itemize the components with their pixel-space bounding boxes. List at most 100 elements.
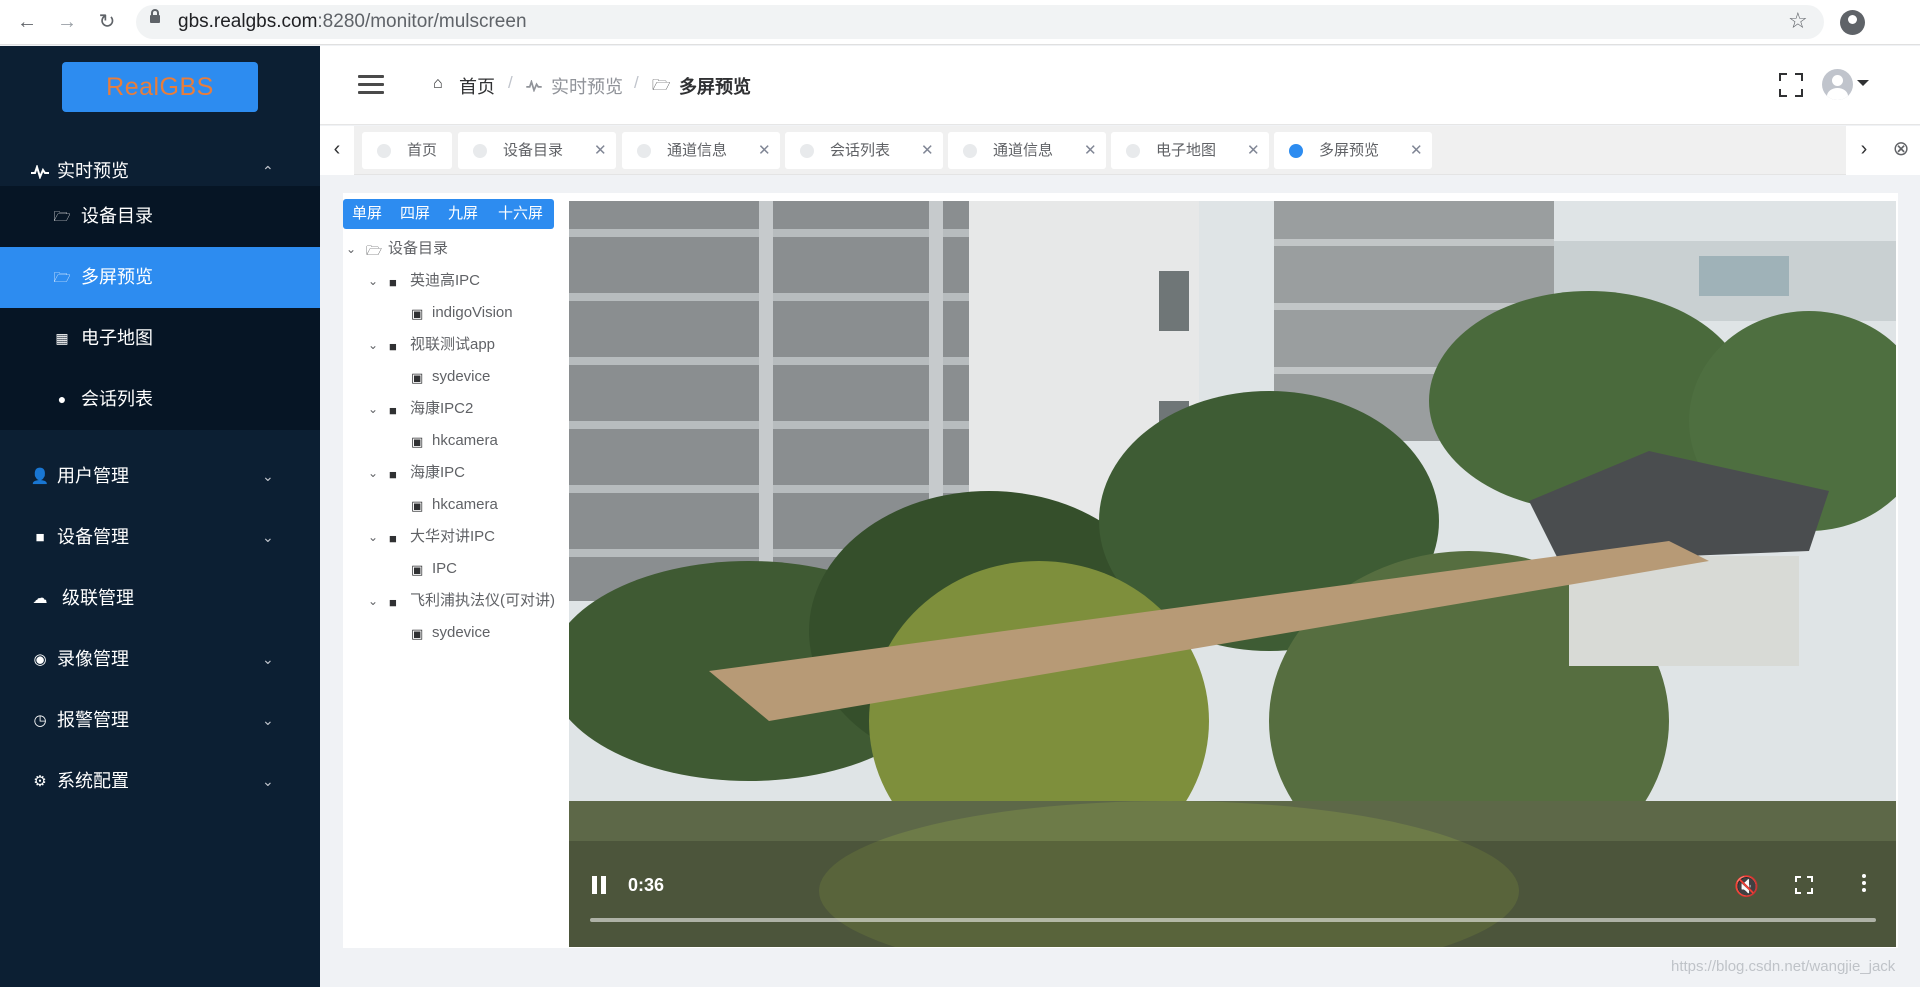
record-icon: ◉ [33,651,47,668]
menu-item-cascade-management[interactable]: ☁ 级联管理 [0,568,320,629]
tree-channel[interactable]: hkcamera [432,428,498,454]
chevron-down-icon: ⌄ [262,773,274,789]
tree-channel[interactable]: sydevice [432,620,490,646]
chevron-left-icon[interactable]: ‹ [320,126,354,175]
logo: RealGBS [62,62,258,112]
forward-arrow-icon[interactable]: → [54,9,80,35]
sixteen-screen-button[interactable]: 十六屏 [487,199,554,229]
tab-channel-info[interactable]: 通道信息 ✕ [622,132,780,169]
chevron-down-icon[interactable]: ⌄ [368,274,378,288]
camera-icon: ■ [389,275,397,290]
nine-screen-button[interactable]: 九屏 [439,199,487,229]
pause-icon[interactable] [591,876,607,894]
tab-status-dot [377,144,391,158]
close-icon[interactable]: ✕ [758,132,771,169]
tree-device[interactable]: 视联测试app [410,332,495,358]
menu-item-device-management[interactable]: ■ 设备管理 ⌄ [0,507,320,568]
chevron-down-icon: ⌄ [262,468,274,484]
browser-toolbar: ← → ↻ gbs.realgbs.com:8280/monitor/mulsc… [0,0,1920,45]
chevron-down-icon[interactable]: ⌄ [368,530,378,544]
caret-down-icon[interactable] [1857,80,1869,86]
tree-device[interactable]: 英迪高IPC [410,268,480,294]
folder-icon: 🗁 [652,77,671,94]
chevron-down-icon[interactable]: ⌄ [346,242,356,256]
tab-emap[interactable]: 电子地图 ✕ [1111,132,1269,169]
breadcrumb-realtime[interactable]: 实时预览 [551,73,623,99]
sidebar: RealGBS 实时预览 ⌃ 🗁 设备目录 🗁 多屏预览 ▦ 电子地图 ● 会话… [0,46,320,987]
tree-device[interactable]: 大华对讲IPC [410,524,495,550]
tab-multiscreen-preview[interactable]: 多屏预览 ✕ [1274,132,1432,169]
chevron-right-icon[interactable]: › [1846,126,1882,175]
chat-icon: ● [57,391,67,407]
close-all-tabs-icon[interactable]: ⊗ [1882,126,1920,175]
tab-status-dot [1126,144,1140,158]
tree-channel[interactable]: sydevice [432,364,490,390]
browser-profile-icon[interactable] [1840,10,1865,35]
gear-icon: ⚙ [33,773,47,790]
video-frame [569,201,1896,947]
four-screen-button[interactable]: 四屏 [391,199,439,229]
video-progress-bar[interactable] [590,918,1876,922]
chevron-down-icon: ⌄ [262,712,274,728]
camera-icon: ▣ [411,370,424,385]
chevron-down-icon[interactable]: ⌄ [368,402,378,416]
menu-item-user-management[interactable]: 👤 用户管理 ⌄ [0,446,320,507]
tab-status-dot [637,144,651,158]
chevron-down-icon[interactable]: ⌄ [368,466,378,480]
tab-session-list[interactable]: 会话列表 ✕ [785,132,943,169]
breadcrumb-separator: / [508,73,513,92]
hamburger-menu-icon[interactable] [358,75,384,95]
single-screen-button[interactable]: 单屏 [343,199,391,229]
tab-home[interactable]: 首页 [362,132,452,169]
breadcrumb-home[interactable]: 首页 [459,73,495,99]
tree-channel[interactable]: indigoVision [432,300,513,326]
tree-root[interactable]: 设备目录 [388,236,448,262]
camera-icon: ■ [389,403,397,418]
more-options-icon[interactable] [1862,874,1866,894]
tree-device[interactable]: 海康IPC [410,460,465,486]
menu-item-record-management[interactable]: ◉ 录像管理 ⌄ [0,629,320,690]
cloud-icon: ☁ [32,590,48,607]
camera-icon: ■ [389,531,397,546]
folder-icon: 🗁 [53,269,71,285]
submenu: 🗁 设备目录 🗁 多屏预览 ▦ 电子地图 ● 会话列表 [0,186,320,430]
submenu-item-session-list[interactable]: ● 会话列表 [0,369,320,430]
avatar[interactable] [1822,69,1853,100]
menu-item-system-config[interactable]: ⚙ 系统配置 ⌄ [0,751,320,812]
muted-speaker-icon[interactable]: 🔇 [1734,874,1759,899]
watermark: https://blog.csdn.net/wangjie_jack [1671,958,1896,975]
camera-icon: ■ [35,529,45,546]
tab-status-dot [1289,144,1303,158]
close-icon[interactable]: ✕ [1247,132,1260,169]
tree-device[interactable]: 海康IPC2 [410,396,473,422]
close-icon[interactable]: ✕ [921,132,934,169]
camera-icon: ▣ [411,498,424,513]
tree-channel[interactable]: hkcamera [432,492,498,518]
bookmark-star-icon[interactable]: ☆ [1788,8,1808,34]
close-icon[interactable]: ✕ [1410,132,1423,169]
submenu-item-device-catalog[interactable]: 🗁 设备目录 [0,186,320,247]
tab-channel-info-2[interactable]: 通道信息 ✕ [948,132,1106,169]
map-icon: ▦ [55,330,69,346]
close-icon[interactable]: ✕ [594,132,607,169]
fullscreen-icon[interactable] [1779,73,1803,97]
url-text[interactable]: gbs.realgbs.com:8280/monitor/mulscreen [178,11,527,33]
tree-channel[interactable]: IPC [432,556,457,582]
menu-item-alarm-management[interactable]: ◷ 报警管理 ⌄ [0,690,320,751]
chevron-down-icon[interactable]: ⌄ [368,338,378,352]
submenu-item-multiscreen-preview[interactable]: 🗁 多屏预览 [0,247,320,308]
tab-device-catalog[interactable]: 设备目录 ✕ [458,132,616,169]
tab-status-dot [963,144,977,158]
tabs-bar: ‹ 首页 设备目录 ✕ 通道信息 ✕ 会话列表 ✕ 通道信息 ✕ 电子地图 ✕ … [320,126,1920,175]
breadcrumb-current: 多屏预览 [679,77,751,97]
tree-device[interactable]: 飞利浦执法仪(可对讲) [410,588,555,614]
chevron-down-icon[interactable]: ⌄ [368,594,378,608]
chevron-down-icon: ⌄ [262,651,274,667]
reload-icon[interactable]: ↻ [94,9,120,35]
video-player[interactable] [569,201,1896,947]
submenu-item-emap[interactable]: ▦ 电子地图 [0,308,320,369]
back-arrow-icon[interactable]: ← [14,9,40,35]
close-icon[interactable]: ✕ [1084,132,1097,169]
fullscreen-icon[interactable] [1795,876,1813,894]
camera-icon: ▣ [411,306,424,321]
